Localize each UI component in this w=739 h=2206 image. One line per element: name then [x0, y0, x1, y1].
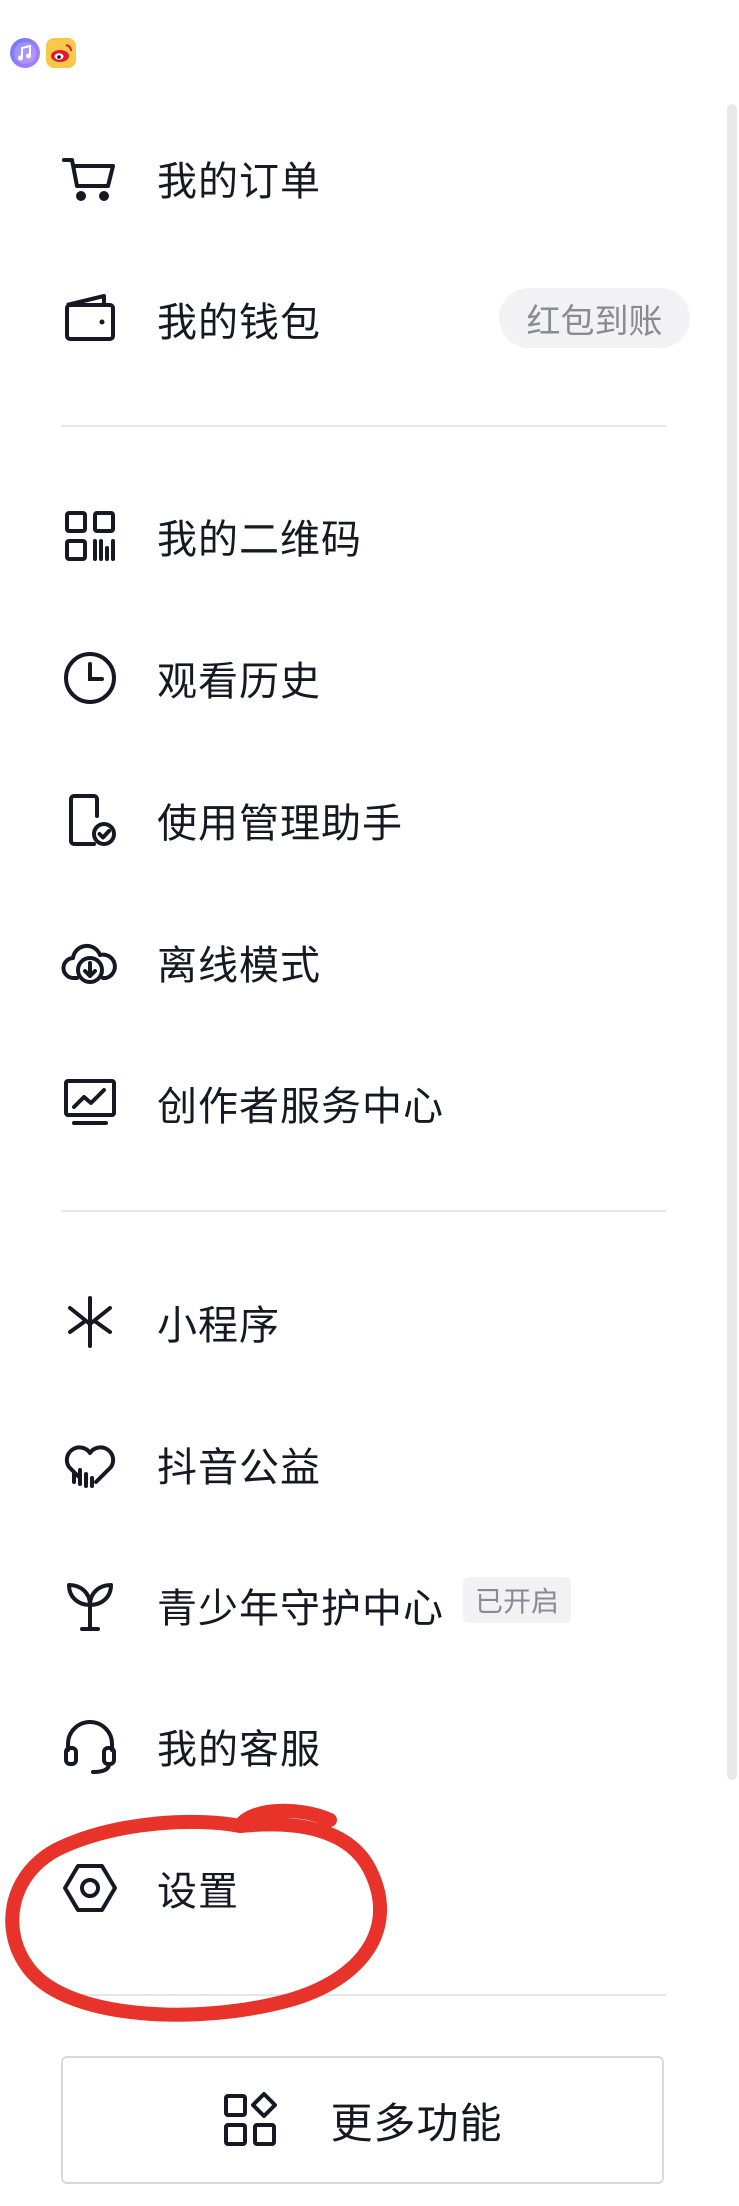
- weibo-app-icon: [46, 38, 76, 68]
- menu-item-label: 青少年守护中心: [157, 1586, 444, 1632]
- wallet-badge[interactable]: 红包到账: [499, 288, 690, 348]
- menu-item-usage[interactable]: 使用管理助手: [0, 775, 700, 865]
- menu-item-charity[interactable]: 抖音公益: [0, 1419, 700, 1509]
- more-features-button[interactable]: 更多功能: [61, 2056, 664, 2184]
- menu-item-history[interactable]: 观看历史: [0, 633, 700, 723]
- music-app-icon: [10, 38, 40, 68]
- menu-item-label: 设置: [157, 1869, 239, 1915]
- grid-diamond-icon: [224, 2092, 278, 2146]
- menu-item-miniapp[interactable]: 小程序: [0, 1277, 700, 1367]
- youth-status-tag: 已开启: [463, 1577, 571, 1623]
- menu-item-label: 离线模式: [157, 943, 321, 989]
- menu-item-creator[interactable]: 创作者服务中心: [0, 1058, 700, 1148]
- heart-chart-icon: [60, 1434, 120, 1494]
- cart-icon: [60, 148, 120, 208]
- hexagon-settings-icon: [60, 1858, 120, 1918]
- menu-item-label: 小程序: [157, 1303, 280, 1349]
- miniapp-icon: [60, 1292, 120, 1352]
- menu-item-label: 抖音公益: [157, 1445, 321, 1491]
- menu-item-offline[interactable]: 离线模式: [0, 917, 700, 1007]
- headset-icon: [60, 1716, 120, 1776]
- monitor-chart-icon: [60, 1073, 120, 1133]
- status-bar-icons: [10, 38, 76, 68]
- menu-item-label: 创作者服务中心: [157, 1084, 444, 1130]
- divider: [61, 1994, 666, 1996]
- scrollbar[interactable]: [727, 104, 737, 1780]
- menu-item-label: 观看历史: [157, 659, 321, 705]
- menu-item-label: 我的钱包: [157, 300, 321, 346]
- menu-item-label: 使用管理助手: [157, 801, 403, 847]
- wallet-icon: [60, 289, 120, 349]
- sprout-icon: [60, 1575, 120, 1635]
- menu-item-orders[interactable]: 我的订单: [0, 133, 700, 223]
- qrcode-icon: [60, 506, 120, 566]
- divider: [61, 1210, 666, 1212]
- menu-item-label: 我的客服: [157, 1727, 321, 1773]
- menu-item-settings[interactable]: 设置: [0, 1843, 700, 1933]
- menu-item-youth[interactable]: 青少年守护中心: [0, 1560, 700, 1650]
- menu-item-label: 我的二维码: [157, 517, 362, 563]
- cloud-download-icon: [60, 932, 120, 992]
- divider: [61, 425, 666, 427]
- more-features-label: 更多功能: [330, 2098, 503, 2148]
- menu-item-qrcode[interactable]: 我的二维码: [0, 491, 700, 581]
- clock-icon: [60, 648, 120, 708]
- menu-item-label: 我的订单: [157, 159, 321, 205]
- phone-check-icon: [60, 790, 120, 850]
- menu-item-service[interactable]: 我的客服: [0, 1701, 700, 1791]
